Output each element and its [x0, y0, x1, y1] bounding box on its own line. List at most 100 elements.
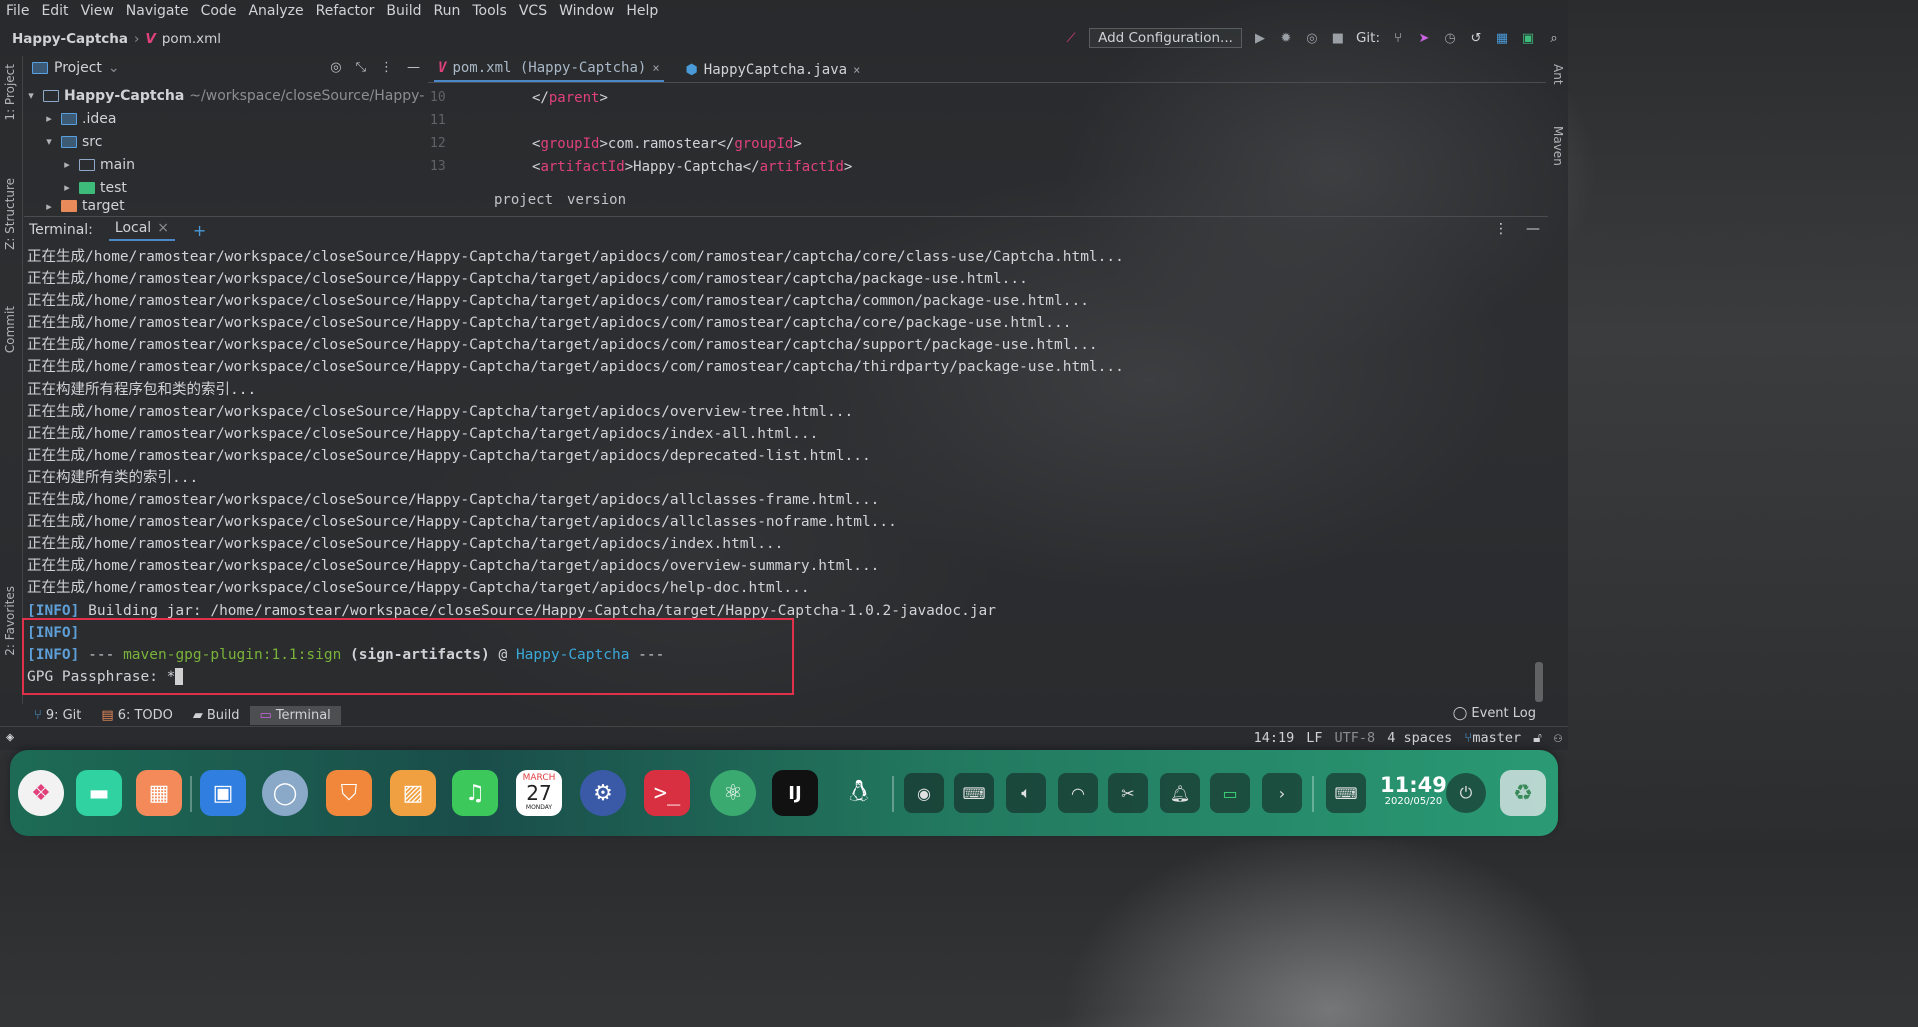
new-session-icon[interactable]: + [193, 221, 206, 240]
keyboard-icon[interactable]: ⌨ [954, 773, 994, 813]
debug-icon[interactable]: ✹ [1278, 31, 1294, 46]
onscreen-keyboard-icon[interactable]: ⌨ [1326, 773, 1366, 813]
tree-item-test[interactable]: ▸ test [24, 176, 426, 199]
tool-tab-maven[interactable]: Maven [1551, 126, 1565, 166]
notification-icon[interactable]: 🔔︎ [1160, 773, 1200, 813]
chevron-right-icon[interactable]: ▸ [60, 158, 74, 171]
locate-icon[interactable]: ◎ [330, 60, 341, 75]
breadcrumb-item[interactable]: project [494, 192, 553, 208]
tool-tab-project[interactable]: 1: Project [3, 64, 17, 121]
hammer-icon[interactable]: ⟋ [1063, 31, 1079, 46]
tool-tab-git[interactable]: ⑂ 9: Git [24, 706, 91, 725]
menu-item-window[interactable]: Window [553, 3, 620, 19]
breadcrumb-item[interactable]: version [567, 192, 626, 208]
minimize-icon[interactable]: — [1526, 221, 1540, 237]
tool-tab-commit[interactable]: Commit [3, 306, 17, 353]
app-grid-icon[interactable]: ▦ [136, 770, 182, 816]
inspector-icon[interactable]: ⚇ [1554, 730, 1562, 746]
tree-item-main[interactable]: ▸ main [24, 153, 426, 176]
tab-happycaptcha-java[interactable]: ⬢ HappyCaptcha.java × [682, 62, 865, 82]
screenshot-icon[interactable]: ✂ [1108, 773, 1148, 813]
app-store-icon[interactable]: ⛉ [326, 770, 372, 816]
terminal-tab-local[interactable]: Local × [108, 220, 175, 241]
menu-item-help[interactable]: Help [620, 3, 664, 19]
close-icon[interactable]: × [652, 61, 659, 75]
breadcrumb-file[interactable]: pom.xml [162, 31, 221, 47]
multitask-view-icon[interactable]: ▬ [76, 770, 122, 816]
tool-tab-structure[interactable]: Z: Structure [3, 178, 17, 250]
clock[interactable]: 11:49 2020/05/20 [1380, 774, 1447, 807]
menu-item-file[interactable]: File [0, 3, 35, 19]
search-icon[interactable]: ⌕ [1546, 31, 1562, 46]
tree-item-idea[interactable]: ▸ .idea [24, 107, 426, 130]
history-icon[interactable]: ◷ [1442, 31, 1458, 46]
qq-icon[interactable]: 🐧︎ [836, 770, 882, 816]
coverage-icon[interactable]: ◎ [1304, 31, 1320, 46]
code-view[interactable]: 10 </parent> 11 12 <groupId>com.ramostea… [428, 86, 1546, 178]
collapse-icon[interactable]: ⤡ [356, 60, 366, 75]
menu-item-run[interactable]: Run [428, 3, 467, 19]
git-push-icon[interactable]: ➤ [1416, 31, 1432, 46]
chevron-right-icon[interactable]: › [1262, 773, 1302, 813]
event-log-button[interactable]: ◯ Event Log [1453, 706, 1536, 721]
menu-item-view[interactable]: View [75, 3, 120, 19]
chevron-right-icon[interactable]: ▸ [42, 112, 56, 125]
menu-item-vcs[interactable]: VCS [513, 3, 553, 19]
atom-editor-icon[interactable]: ⚛ [710, 770, 756, 816]
git-update-icon[interactable]: ⑂ [1390, 31, 1406, 46]
tab-pom-xml[interactable]: V pom.xml (Happy-Captcha) × [434, 60, 664, 82]
more-options-icon[interactable]: ⋮ [380, 60, 393, 75]
tree-item-target[interactable]: ▸ target [24, 199, 426, 213]
menu-item-build[interactable]: Build [380, 3, 427, 19]
minimize-icon[interactable]: — [407, 60, 420, 75]
menu-item-edit[interactable]: Edit [35, 3, 74, 19]
indent-setting[interactable]: 4 spaces [1387, 730, 1452, 746]
git-branch[interactable]: ⑂master [1464, 730, 1521, 746]
run-icon[interactable]: ▶ [1252, 31, 1268, 46]
image-viewer-icon[interactable]: ▨ [390, 770, 436, 816]
terminal-app-icon[interactable]: >_ [644, 770, 690, 816]
intellij-idea-icon[interactable]: IJ [772, 770, 818, 816]
close-icon[interactable]: × [157, 220, 169, 236]
tool-tab-build[interactable]: ▰ Build [183, 706, 250, 725]
menu-item-tools[interactable]: Tools [466, 3, 513, 19]
chevron-down-icon[interactable]: ▾ [42, 135, 56, 148]
add-configuration-button[interactable]: Add Configuration... [1089, 28, 1242, 48]
file-encoding[interactable]: UTF-8 [1335, 730, 1376, 746]
close-icon[interactable]: × [853, 63, 860, 77]
calendar-icon[interactable]: MARCH 27 MONDAY [516, 770, 562, 816]
power-icon[interactable]: ⏻ [1446, 773, 1486, 813]
layers-icon[interactable]: ◈ [6, 729, 14, 745]
tool-tab-todo[interactable]: ▤ 6: TODO [91, 706, 183, 725]
wifi-icon[interactable]: ◠ [1058, 773, 1098, 813]
volume-icon[interactable]: 🔈︎ [1006, 773, 1046, 813]
browser-icon[interactable]: ◯ [262, 770, 308, 816]
line-separator[interactable]: LF [1306, 730, 1322, 746]
lock-icon[interactable]: 🔓︎ [1533, 730, 1542, 746]
chevron-right-icon[interactable]: ▸ [42, 200, 56, 213]
tool-tab-favorites[interactable]: 2: Favorites [3, 586, 17, 656]
caret-position[interactable]: 14:19 [1254, 730, 1295, 746]
menu-item-analyze[interactable]: Analyze [242, 3, 309, 19]
chevron-right-icon[interactable]: ▸ [60, 181, 74, 194]
settings-icon[interactable]: ⚙ [580, 770, 626, 816]
more-options-icon[interactable]: ⋮ [1494, 221, 1508, 237]
project-view-selector[interactable]: Project [54, 60, 102, 76]
tool-tab-terminal[interactable]: ▭ Terminal [249, 705, 341, 725]
chevron-down-icon[interactable]: ▾ [24, 89, 38, 102]
battery-icon[interactable]: ▭ [1210, 773, 1250, 813]
menu-item-code[interactable]: Code [195, 3, 243, 19]
tree-item-root[interactable]: ▾ Happy-Captcha ~/workspace/closeSource/… [24, 84, 426, 107]
terminal-scrollbar[interactable] [1535, 662, 1543, 702]
menu-item-refactor[interactable]: Refactor [310, 3, 381, 19]
tray-qq-icon[interactable]: ◉ [904, 773, 944, 813]
stop-icon[interactable]: ■ [1330, 31, 1346, 46]
file-manager-icon[interactable]: ▣ [200, 770, 246, 816]
database-icon[interactable]: ▣ [1520, 31, 1536, 46]
trash-icon[interactable]: ♻ [1500, 770, 1546, 816]
menu-item-navigate[interactable]: Navigate [120, 3, 195, 19]
project-structure-icon[interactable]: ▦ [1494, 31, 1510, 46]
launcher-icon[interactable]: ❖ [18, 770, 64, 816]
music-icon[interactable]: ♫ [452, 770, 498, 816]
breadcrumb-project[interactable]: Happy-Captcha [12, 31, 128, 47]
